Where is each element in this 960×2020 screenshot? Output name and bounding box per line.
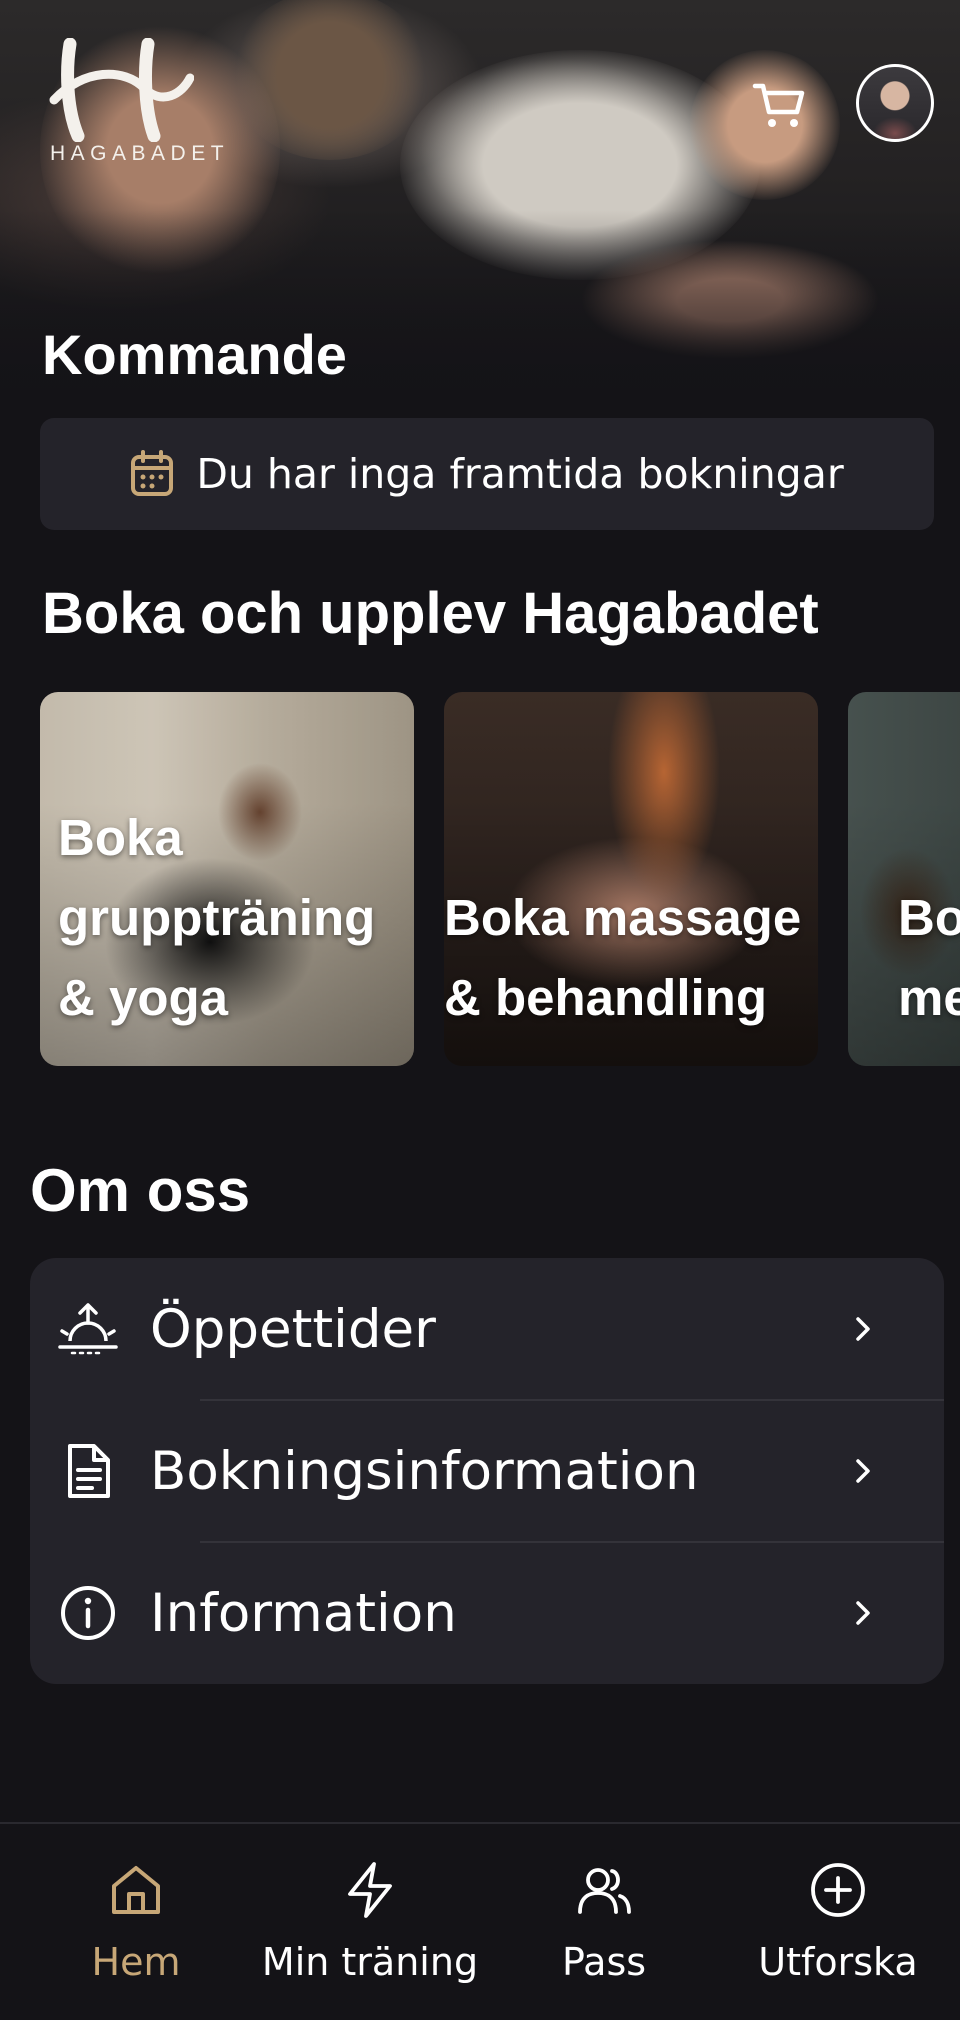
book-vitality-card[interactable]: Boka Vitalitet med (848, 692, 960, 1066)
card-title: Boka Vitalitet med (898, 889, 960, 1026)
people-icon (578, 1868, 631, 1914)
list-item-opening-hours[interactable]: Öppettider (30, 1258, 944, 1400)
chevron-right-icon (856, 1459, 870, 1483)
bottom-tab-bar: Hem Min träning Pass Utforska (0, 1822, 960, 2020)
list-item-information[interactable]: Information (30, 1542, 944, 1684)
upcoming-title: Kommande (42, 323, 347, 386)
about-list: Öppettider Bokningsinformation Informati… (30, 1258, 944, 1684)
calendar-icon (131, 450, 174, 496)
sunrise-icon (58, 1303, 118, 1355)
lightning-icon (348, 1862, 392, 1918)
card-title: Boka gruppträning & yoga (58, 809, 376, 1026)
no-bookings-text: Du har inga framtida bokningar (196, 450, 844, 498)
hagabadet-monogram-icon (49, 38, 194, 142)
plus-circle-icon (811, 1863, 865, 1917)
tab-pass[interactable]: Pass (488, 1824, 720, 2020)
tab-label: Min träning (261, 1940, 479, 1984)
document-icon (68, 1444, 110, 1498)
tab-home[interactable]: Hem (20, 1824, 252, 2020)
book-group-training-card[interactable]: Boka gruppträning & yoga (40, 692, 414, 1066)
cart-button[interactable] (752, 78, 808, 134)
about-section-title: Om oss (30, 1157, 251, 1224)
book-massage-card[interactable]: Boka massage & behandling (444, 692, 818, 1066)
cart-icon (752, 83, 805, 127)
list-item-label: Öppettider (150, 1298, 436, 1360)
no-bookings-card: Du har inga framtida bokningar (40, 418, 934, 530)
list-item-booking-info[interactable]: Bokningsinformation (30, 1400, 944, 1542)
hagabadet-logo: HAGABADET (44, 38, 234, 173)
tab-label: Utforska (758, 1940, 918, 1984)
chevron-right-icon (856, 1317, 870, 1341)
logo-wordmark: HAGABADET (50, 142, 230, 165)
list-item-label: Information (150, 1582, 457, 1644)
card-title: Boka massage & behandling (444, 889, 802, 1026)
tab-explore[interactable]: Utforska (722, 1824, 954, 2020)
profile-avatar[interactable] (856, 64, 934, 142)
booking-carousel[interactable]: Boka gruppträning & yoga Boka massage & … (40, 692, 960, 1068)
tab-my-training[interactable]: Min träning (254, 1824, 486, 2020)
info-icon (61, 1586, 115, 1640)
list-item-label: Bokningsinformation (150, 1440, 699, 1502)
home-icon (112, 1866, 160, 1914)
book-section-title: Boka och upplev Hagabadet (42, 581, 819, 646)
tab-label: Hem (91, 1940, 181, 1984)
chevron-right-icon (856, 1601, 870, 1625)
tab-label: Pass (561, 1940, 647, 1984)
